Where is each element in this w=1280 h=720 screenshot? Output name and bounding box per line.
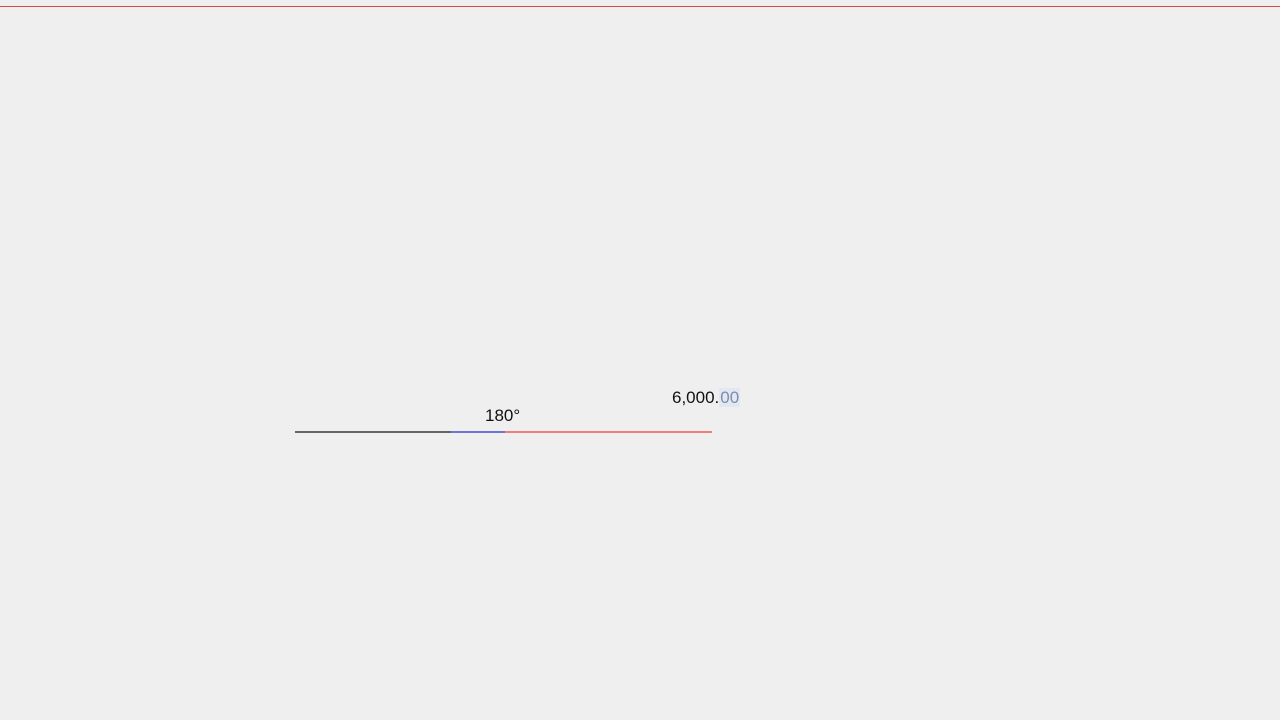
length-decimal-part: 00 — [719, 388, 741, 407]
length-value[interactable]: 6,000.00 — [672, 388, 741, 408]
angle-value[interactable]: 180° — [485, 406, 520, 426]
dimension-base-line — [295, 431, 451, 433]
drawing-canvas[interactable]: 180° 6,000.00 — [0, 0, 1280, 720]
length-segment — [505, 431, 712, 433]
length-whole-part: 6,000. — [672, 388, 720, 407]
dimension-input-group: 180° 6,000.00 — [0, 0, 1280, 720]
angle-segment — [451, 431, 505, 433]
